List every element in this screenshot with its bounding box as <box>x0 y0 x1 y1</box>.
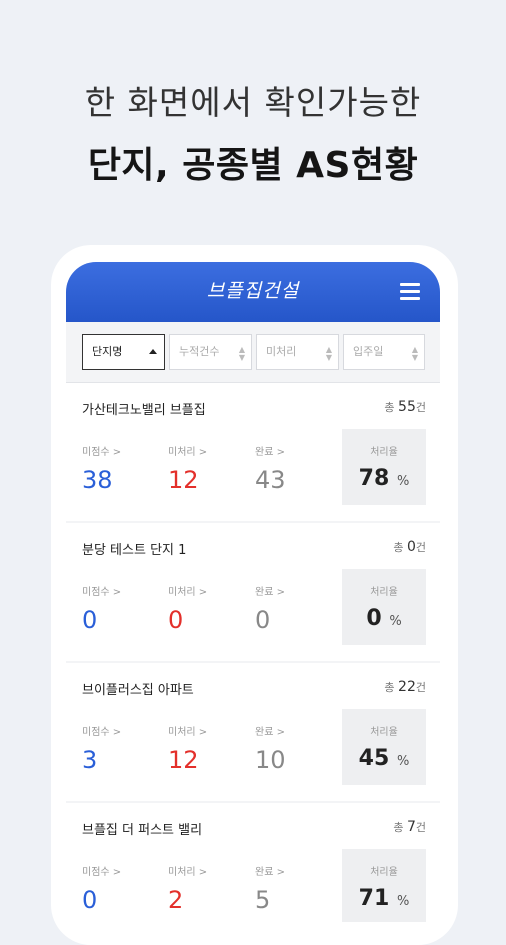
stat-value: 5 <box>255 886 271 914</box>
complex-name: 분당 테스트 단지 1 <box>82 543 187 558</box>
sort-down-icon: ▼ <box>411 353 418 362</box>
brand-logo: 브플집건설 <box>206 280 300 302</box>
filter-label: 입주일 <box>353 345 384 358</box>
stat-unprocessed[interactable]: 미처리 > 12 <box>168 443 248 494</box>
complex-total: 총 7건 <box>393 819 426 835</box>
stat-value: 38 <box>82 466 113 494</box>
processing-rate: 처리율 71 % <box>342 849 426 922</box>
app-header: 브플집건설 <box>66 262 440 322</box>
complex-card[interactable]: 브플집 더 퍼스트 밸리 총 7건 미점수 > 0 미처리 > 2 완료 > 5… <box>66 803 440 922</box>
complex-name: 브플집 더 퍼스트 밸리 <box>82 823 203 838</box>
processing-rate: 처리율 0 % <box>342 569 426 645</box>
filter-label: 누적건수 <box>179 345 220 358</box>
complex-name: 가산테크노밸리 브플집 <box>82 403 206 418</box>
stat-value: 12 <box>168 746 199 774</box>
stat-unprocessed[interactable]: 미처리 > 2 <box>168 863 248 914</box>
stat-done[interactable]: 완료 > 43 <box>255 443 335 494</box>
stat-unprocessed[interactable]: 미처리 > 12 <box>168 723 248 774</box>
sort-down-icon: ▼ <box>238 353 245 362</box>
filter-label: 단지명 <box>92 345 123 358</box>
stat-unprocessed[interactable]: 미처리 > 0 <box>168 583 248 634</box>
stat-value: 0 <box>168 606 184 634</box>
complex-name: 브이플러스집 아파트 <box>82 683 194 698</box>
stat-inspection[interactable]: 미점수 > 0 <box>82 863 162 914</box>
stat-value: 0 <box>82 886 98 914</box>
stat-value: 10 <box>255 746 286 774</box>
stat-inspection[interactable]: 미점수 > 0 <box>82 583 162 634</box>
stat-value: 2 <box>168 886 184 914</box>
sort-down-icon: ▼ <box>325 353 332 362</box>
stat-inspection[interactable]: 미점수 > 38 <box>82 443 162 494</box>
complex-total: 총 22건 <box>384 679 426 695</box>
complex-card[interactable]: 가산테크노밸리 브플집 총 55건 미점수 > 38 미처리 > 12 완료 >… <box>66 383 440 521</box>
sort-up-icon <box>149 349 157 354</box>
complex-card[interactable]: 분당 테스트 단지 1 총 0건 미점수 > 0 미처리 > 0 완료 > 0 … <box>66 523 440 661</box>
stat-value: 0 <box>255 606 271 634</box>
stat-done[interactable]: 완료 > 10 <box>255 723 335 774</box>
stat-value: 0 <box>82 606 98 634</box>
processing-rate: 처리율 45 % <box>342 709 426 785</box>
complex-total: 총 55건 <box>384 399 426 415</box>
app-screen: 브플집건설 단지명 누적건수 ▲ ▼ 미처리 ▲ ▼ 입주일 ▲ ▼ 가산테크노… <box>66 262 440 922</box>
filter-bar: 단지명 누적건수 ▲ ▼ 미처리 ▲ ▼ 입주일 ▲ ▼ <box>66 322 440 383</box>
filter-move-in-date[interactable]: 입주일 ▲ ▼ <box>343 334 425 370</box>
promo-subheadline: 단지, 공종별 AS현황 <box>87 145 419 186</box>
stat-done[interactable]: 완료 > 5 <box>255 863 335 914</box>
filter-label: 미처리 <box>266 345 297 358</box>
complex-card[interactable]: 브이플러스집 아파트 총 22건 미점수 > 3 미처리 > 12 완료 > 1… <box>66 663 440 801</box>
filter-cumulative-count[interactable]: 누적건수 ▲ ▼ <box>169 334 252 370</box>
stat-inspection[interactable]: 미점수 > 3 <box>82 723 162 774</box>
stat-value: 43 <box>255 466 286 494</box>
complex-total: 총 0건 <box>393 539 426 555</box>
promo-headline: 한 화면에서 확인가능한 <box>84 83 422 122</box>
stat-value: 3 <box>82 746 98 774</box>
hamburger-menu-icon[interactable] <box>400 283 420 300</box>
processing-rate: 처리율 78 % <box>342 429 426 505</box>
filter-complex-name[interactable]: 단지명 <box>82 334 165 370</box>
filter-unprocessed[interactable]: 미처리 ▲ ▼ <box>256 334 339 370</box>
stat-done[interactable]: 완료 > 0 <box>255 583 335 634</box>
stat-value: 12 <box>168 466 199 494</box>
